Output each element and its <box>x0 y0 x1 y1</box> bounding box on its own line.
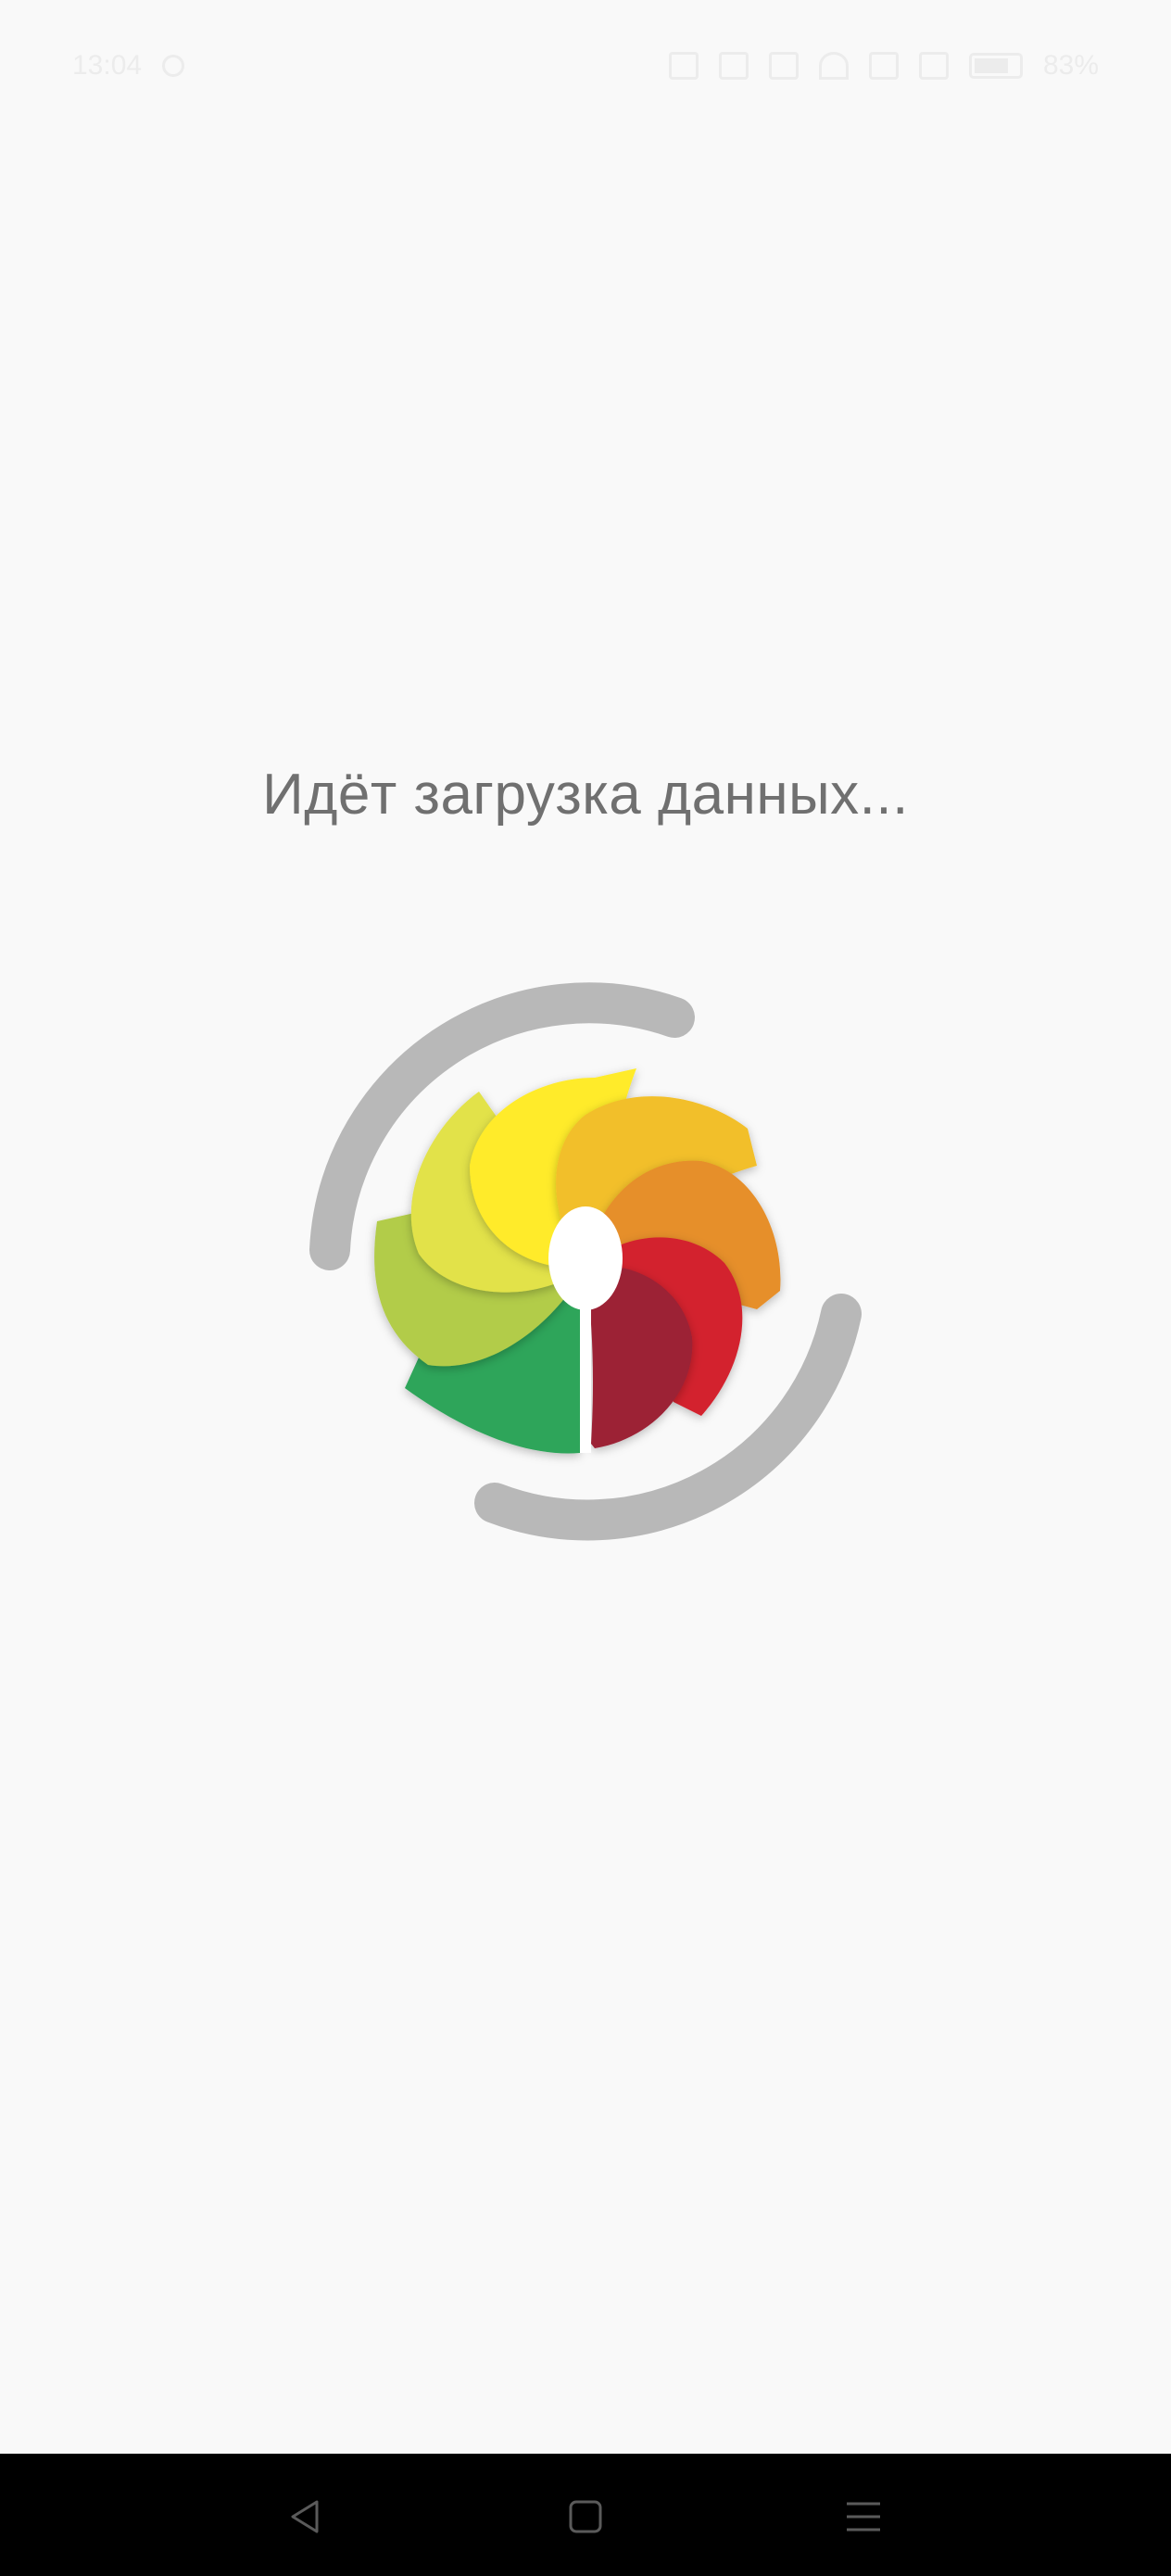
app-logo <box>374 1068 781 1454</box>
status-right: 83% <box>668 50 1099 82</box>
mute-icon <box>668 52 699 80</box>
status-left: 13:04 <box>72 50 185 82</box>
loading-screen: 13:04 83% Идёт загрузка данных... <box>0 0 1171 2576</box>
battery-icon <box>968 53 1023 79</box>
navigation-bar <box>0 2454 1171 2576</box>
home-button[interactable] <box>548 2480 623 2554</box>
three-lines-menu-icon <box>847 2502 880 2532</box>
wifi-icon <box>818 52 849 80</box>
loading-message: Идёт загрузка данных... <box>262 763 909 827</box>
status-time: 13:04 <box>72 50 143 81</box>
notification-dot-icon <box>162 55 185 77</box>
status-bar: 13:04 83% <box>0 0 1171 139</box>
volte-icon <box>768 52 799 80</box>
square-home-icon <box>569 2500 602 2533</box>
signal-icon <box>868 52 899 80</box>
back-button[interactable] <box>269 2480 343 2554</box>
signal-2-icon <box>918 52 949 80</box>
menu-button[interactable] <box>826 2480 900 2554</box>
battery-percent: 83% <box>1042 50 1099 81</box>
sim-icon <box>718 52 749 80</box>
loading-spinner <box>309 982 862 1541</box>
triangle-back-icon <box>291 2500 319 2533</box>
